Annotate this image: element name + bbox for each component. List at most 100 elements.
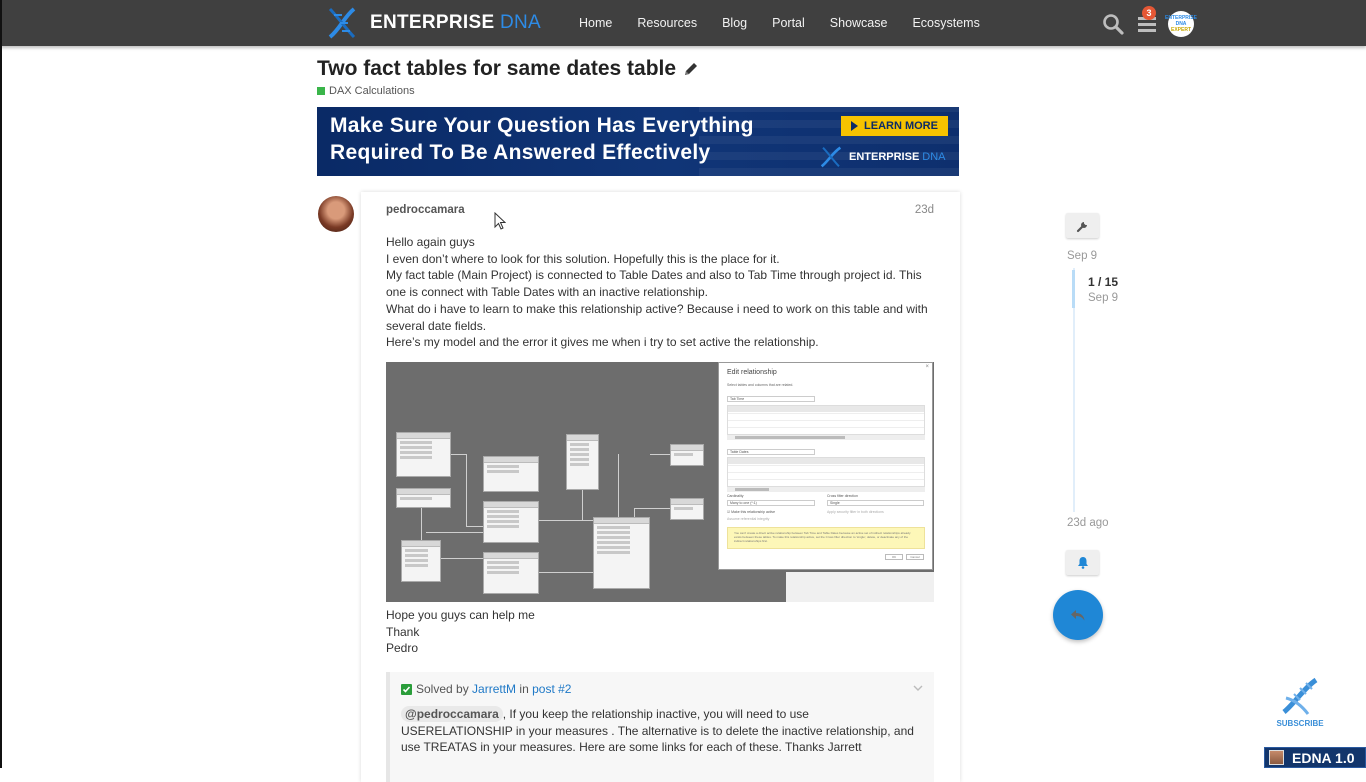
relationship-line (539, 572, 593, 573)
referential-checkbox-label: Assume referential integrity (727, 517, 770, 521)
model-table (483, 501, 539, 543)
reply-button[interactable] (1053, 590, 1103, 640)
cardinality-label: Cardinality (727, 494, 744, 498)
presenter-thumbnail (1269, 750, 1284, 765)
crossfilter-label: Cross filter direction (827, 494, 858, 498)
post-age[interactable]: 23d (915, 204, 934, 216)
nav-home[interactable]: Home (579, 16, 612, 30)
solver-link[interactable]: JarrettM (472, 682, 516, 696)
timeline-position: 1 / 15 (1088, 275, 1119, 289)
nav-resources[interactable]: Resources (637, 16, 697, 30)
model-table (396, 488, 451, 508)
ok-button: OK (885, 554, 903, 560)
table2-scrollbar (727, 487, 925, 492)
nav-ecosystems[interactable]: Ecosystems (912, 16, 979, 30)
main-nav: Home Resources Blog Portal Showcase Ecos… (579, 0, 1005, 46)
relationship-line (466, 454, 467, 526)
topic-title[interactable]: Two fact tables for same dates table (317, 57, 676, 81)
subscribe-widget[interactable]: SUBSCRIBE (1270, 676, 1330, 728)
post-paragraph: Hope you guys can help me (386, 608, 535, 622)
menu-button[interactable]: 3 (1134, 6, 1160, 37)
learn-more-button[interactable]: LEARN MORE (841, 116, 948, 136)
search-button[interactable] (1100, 11, 1126, 37)
model-table (401, 540, 441, 582)
notification-badge: 3 (1142, 6, 1156, 20)
window-edge (0, 0, 2, 768)
active-checkbox-label: ☑ Make this relationship active (727, 510, 776, 514)
banner-headline-1: Make Sure Your Question Has Everything (330, 114, 754, 137)
relationship-line (421, 508, 422, 540)
subscribe-label: SUBSCRIBE (1276, 719, 1324, 728)
promo-banner[interactable]: Make Sure Your Question Has Everything R… (317, 107, 959, 176)
table2-select: Table Dates (727, 449, 815, 455)
reply-icon (1071, 610, 1085, 621)
model-screenshot-image[interactable]: Edit relationship Select tables and colu… (386, 362, 934, 602)
post-paragraph: My fact table (Main Project) is connecte… (386, 268, 922, 300)
dialog-title: Edit relationship (727, 369, 777, 376)
brand-accent: DNA (500, 12, 542, 33)
post-body: Hello again guys I even don’t where to l… (386, 234, 936, 351)
topic-title-row: Two fact tables for same dates table (317, 57, 700, 81)
admin-wrench-button[interactable] (1066, 213, 1099, 238)
wrench-icon (1076, 221, 1087, 232)
chevron-down-icon[interactable] (912, 682, 924, 694)
post-author-username[interactable]: pedroccamara (386, 204, 465, 216)
relationship-line (466, 526, 483, 527)
relationship-line (650, 454, 670, 455)
model-table (593, 517, 650, 589)
security-checkbox-label: Apply security filter in both directions (827, 510, 884, 514)
dna-logo-icon (820, 146, 842, 168)
table1-scrollbar (727, 435, 925, 440)
category-color-swatch (317, 87, 325, 95)
model-table (396, 432, 451, 477)
table1-grid (727, 405, 925, 435)
relationship-line (582, 490, 583, 520)
relationship-line (426, 532, 483, 533)
nav-portal[interactable]: Portal (772, 16, 805, 30)
user-mention[interactable]: @pedroccamara (401, 706, 503, 722)
relationship-line (634, 508, 635, 517)
banner-logo: ENTERPRISE DNA (817, 145, 946, 169)
relationship-line (618, 454, 619, 517)
model-table (483, 552, 539, 594)
author-avatar[interactable] (318, 196, 354, 232)
solution-post-link[interactable]: post #2 (532, 682, 571, 696)
dna-helix-icon (1282, 677, 1318, 715)
post-paragraph: I even don’t where to look for this solu… (386, 251, 780, 266)
post-paragraph: What do i have to learn to make this rel… (386, 301, 928, 333)
model-table (670, 444, 704, 466)
crossfilter-select: Single (827, 500, 924, 506)
post-paragraph: Pedro (386, 641, 419, 656)
table1-select: Tab Time (727, 396, 815, 402)
notification-level-button[interactable] (1066, 550, 1099, 575)
edit-relationship-dialog: Edit relationship Select tables and colu… (718, 362, 933, 570)
solution-excerpt: @pedroccamara, If you keep the relations… (401, 706, 921, 756)
edit-pencil-icon[interactable] (682, 60, 700, 78)
timeline-end-label[interactable]: 23d ago (1067, 517, 1109, 529)
solved-by-line: Solved by JarrettM in post #2 (401, 682, 571, 696)
post-paragraph: Here’s my model and the error it gives m… (386, 335, 819, 350)
banner-logo-accent: DNA (922, 151, 946, 163)
current-user-avatar[interactable]: ENTERPRISE DNA EXPERT (1165, 11, 1197, 37)
model-table (670, 498, 704, 520)
category-badge[interactable]: DAX Calculations (317, 85, 415, 97)
solved-in: in (519, 682, 529, 696)
category-name: DAX Calculations (329, 85, 415, 97)
model-table (483, 456, 539, 492)
timeline-scroll-handle[interactable] (1072, 270, 1075, 308)
banner-logo-main: ENTERPRISE (849, 151, 920, 163)
mouse-cursor-icon (494, 212, 506, 230)
post-card: pedroccamara 23d Hello again guys I even… (361, 192, 960, 782)
site-logo[interactable]: ENTERPRISE DNA (322, 6, 541, 40)
relationship-line (634, 508, 670, 509)
edna-label: EDNA 1.0 (1292, 749, 1355, 766)
relationship-line (451, 454, 466, 455)
timeline-start-date[interactable]: Sep 9 (1067, 250, 1097, 262)
close-icon: × (925, 364, 929, 370)
nav-blog[interactable]: Blog (722, 16, 747, 30)
warning-message: You can't create a direct active relatio… (727, 527, 925, 549)
brand-main: ENTERPRISE (370, 12, 495, 33)
post-paragraph: Hello again guys (386, 235, 475, 249)
solved-prefix: Solved by (416, 682, 469, 696)
nav-showcase[interactable]: Showcase (830, 16, 888, 30)
